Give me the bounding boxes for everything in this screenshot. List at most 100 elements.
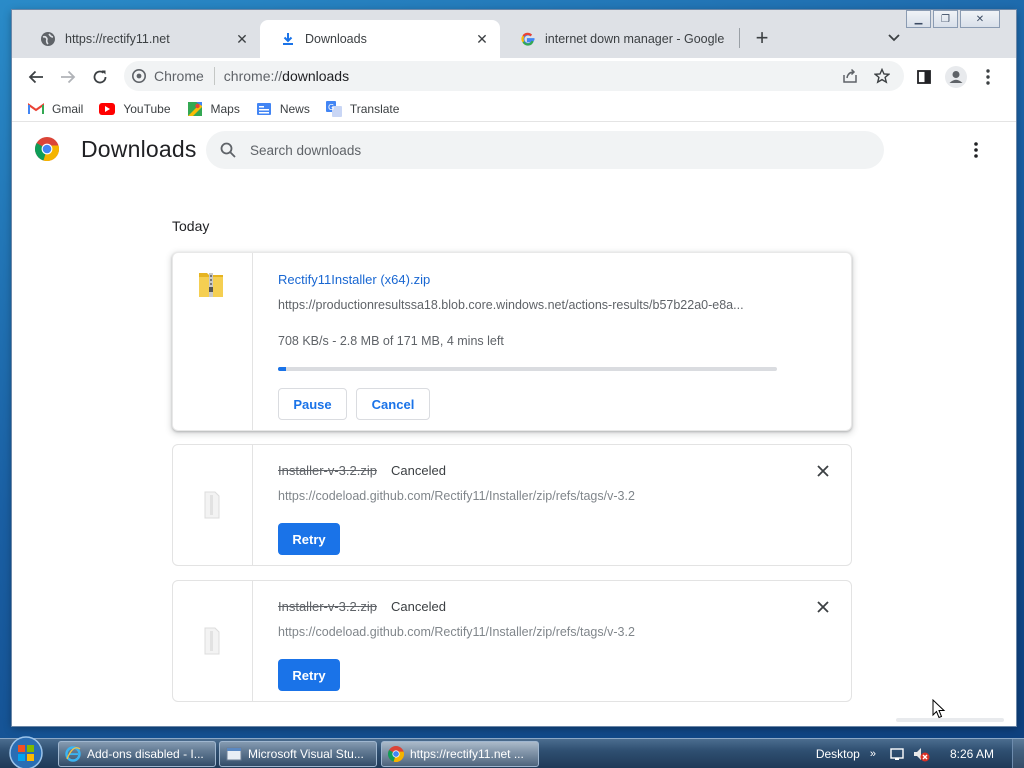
downloads-page: Downloads Search downloads Today Rectify… xyxy=(12,122,1016,726)
bookmark-news[interactable]: News xyxy=(256,102,310,116)
downloads-header: Downloads Search downloads xyxy=(12,122,1016,178)
bookmark-label: YouTube xyxy=(123,101,171,116)
chrome-window: https://rectify11.net ✕ Downloads ✕ inte… xyxy=(12,10,1016,726)
url-host: downloads xyxy=(282,68,350,84)
chevron-down-icon[interactable] xyxy=(884,28,904,48)
new-tab-button[interactable]: + xyxy=(750,25,774,50)
downloads-menu-icon[interactable] xyxy=(964,138,988,162)
download-filename-link[interactable]: Rectify11Installer (x64).zip xyxy=(278,272,430,287)
taskbar-item-chrome[interactable]: https://rectify11.net ... xyxy=(381,741,539,767)
show-desktop-button[interactable] xyxy=(1012,739,1024,768)
restore-button[interactable]: ❐ xyxy=(933,10,958,28)
volume-muted-icon[interactable] xyxy=(912,745,930,763)
forward-arrow-icon xyxy=(61,70,76,84)
minimize-button[interactable]: ▁ xyxy=(906,10,931,28)
bookmark-star-icon[interactable] xyxy=(866,64,898,88)
chrome-logo-icon xyxy=(35,137,59,161)
action-center-flag-icon[interactable] xyxy=(888,745,906,763)
bookmark-translate[interactable]: G Translate xyxy=(325,100,400,117)
bookmark-youtube[interactable]: YouTube xyxy=(99,101,171,116)
back-button[interactable] xyxy=(20,61,52,93)
start-button[interactable] xyxy=(6,735,46,768)
tab-downloads[interactable]: Downloads ✕ xyxy=(260,20,500,58)
globe-icon xyxy=(40,31,56,47)
url-scheme: chrome:// xyxy=(223,68,283,84)
download-filename[interactable]: Installer-v-3.2.zip xyxy=(278,599,377,614)
youtube-icon xyxy=(99,102,116,116)
download-source-url[interactable]: https://codeload.github.com/Rectify11/In… xyxy=(278,489,778,503)
profile-avatar-icon[interactable] xyxy=(940,61,972,93)
news-icon xyxy=(256,102,272,116)
system-tray: Desktop » 8:26 AM xyxy=(816,739,1024,768)
google-icon xyxy=(520,31,536,47)
download-source-url[interactable]: https://productionresultssa18.blob.core.… xyxy=(278,298,778,312)
site-chip[interactable]: Chrome xyxy=(132,68,204,84)
clock[interactable]: 8:26 AM xyxy=(950,747,994,761)
file-icon-column xyxy=(173,253,253,430)
more-menu-icon[interactable] xyxy=(972,61,1004,93)
window-controls: ▁ ❐ ✕ xyxy=(904,10,1000,28)
download-icon xyxy=(280,31,296,47)
toolbar-chevron-icon[interactable]: » xyxy=(870,748,876,760)
search-input[interactable]: Search downloads xyxy=(206,131,884,169)
svg-text:G: G xyxy=(328,103,334,112)
taskbar-item-label: https://rectify11.net ... xyxy=(410,747,524,761)
close-tab-icon[interactable]: ✕ xyxy=(234,31,250,47)
tab-google-search[interactable]: internet down manager - Google xyxy=(500,20,740,58)
download-progress-text: 708 KB/s - 2.8 MB of 171 MB, 4 mins left xyxy=(278,334,504,348)
taskbar-item-visual-studio[interactable]: Microsoft Visual Stu... xyxy=(219,741,377,767)
maps-icon xyxy=(187,101,203,116)
horizontal-scrollbar[interactable] xyxy=(896,718,1004,722)
close-window-button[interactable]: ✕ xyxy=(960,10,1000,28)
taskbar: Add-ons disabled - I... Microsoft Visual… xyxy=(0,735,1024,768)
chrome-icon xyxy=(388,746,404,762)
tab-title: Downloads xyxy=(305,32,367,46)
search-placeholder: Search downloads xyxy=(250,142,362,158)
download-status: Canceled xyxy=(391,599,446,614)
file-icon-column xyxy=(173,581,253,701)
remove-from-list-icon[interactable] xyxy=(813,461,833,481)
taskbar-item-label: Microsoft Visual Stu... xyxy=(248,747,364,761)
retry-button[interactable]: Retry xyxy=(278,523,340,555)
omnibox-divider xyxy=(213,67,215,85)
tab-rectify11[interactable]: https://rectify11.net ✕ xyxy=(20,20,260,58)
share-icon[interactable] xyxy=(834,64,866,88)
bookmark-label: Translate xyxy=(349,101,400,116)
bookmark-label: Gmail xyxy=(52,101,84,116)
download-source-url[interactable]: https://codeload.github.com/Rectify11/In… xyxy=(278,625,778,639)
cancel-button[interactable]: Cancel xyxy=(356,388,430,420)
bookmark-maps[interactable]: Maps xyxy=(187,101,240,116)
site-label: Chrome xyxy=(154,68,204,84)
ie-icon xyxy=(65,746,81,762)
close-tab-icon[interactable]: ✕ xyxy=(474,31,490,47)
date-header: Today xyxy=(172,218,210,234)
omnibox-actions xyxy=(834,64,898,88)
retry-button[interactable]: Retry xyxy=(278,659,340,691)
desktop-toolbar-label[interactable]: Desktop xyxy=(816,747,860,761)
generic-file-icon xyxy=(204,491,220,519)
zip-file-icon xyxy=(199,273,223,297)
download-filename[interactable]: Installer-v-3.2.zip xyxy=(278,463,377,478)
bookmarks-bar: Gmail YouTube Maps News G Translate xyxy=(12,96,1016,122)
pause-button[interactable]: Pause xyxy=(278,388,347,420)
remove-from-list-icon[interactable] xyxy=(813,597,833,617)
taskbar-item-label: Add-ons disabled - I... xyxy=(87,747,204,761)
back-arrow-icon xyxy=(28,70,43,84)
bookmark-label: Maps xyxy=(210,101,240,116)
window-icon xyxy=(226,746,242,762)
generic-file-icon xyxy=(204,627,220,655)
chrome-site-icon xyxy=(132,69,146,83)
file-icon-column xyxy=(173,445,253,565)
address-bar[interactable]: Chrome chrome://downloads xyxy=(124,61,904,91)
download-item-canceled: Installer-v-3.2.zip Canceled https://cod… xyxy=(172,444,852,566)
bookmark-gmail[interactable]: Gmail xyxy=(28,102,83,116)
download-progress-bar xyxy=(278,367,777,371)
download-item-canceled: Installer-v-3.2.zip Canceled https://cod… xyxy=(172,580,852,702)
tab-title: internet down manager - Google xyxy=(545,32,725,46)
download-status: Canceled xyxy=(391,463,446,478)
reload-button[interactable] xyxy=(84,61,116,93)
reload-icon xyxy=(93,70,107,84)
forward-button[interactable] xyxy=(52,61,84,93)
side-panel-icon[interactable] xyxy=(908,61,940,93)
taskbar-item-ie[interactable]: Add-ons disabled - I... xyxy=(58,741,216,767)
